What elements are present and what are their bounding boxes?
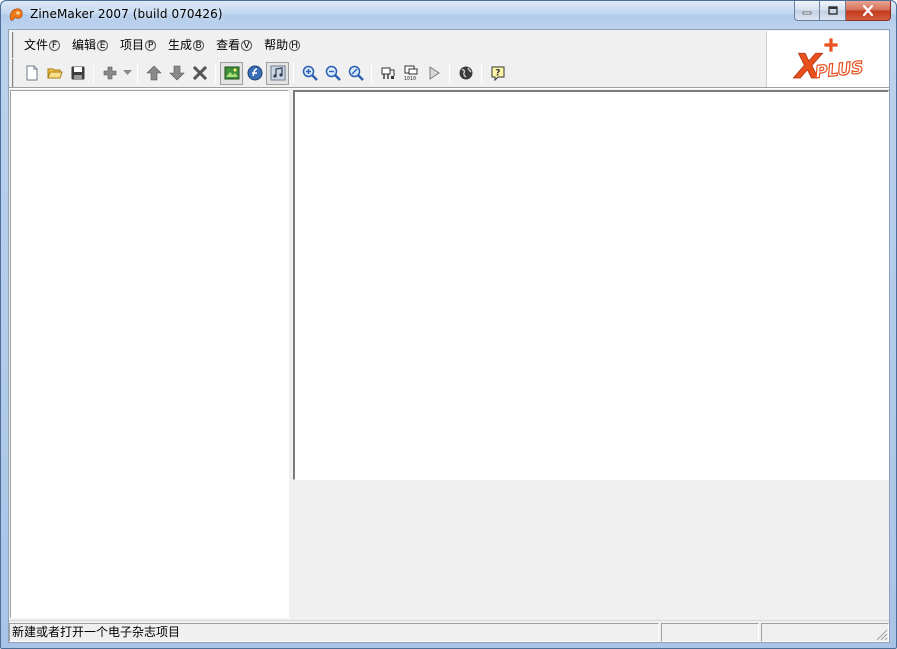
- resize-grip-icon[interactable]: [874, 627, 888, 641]
- new-button[interactable]: [20, 62, 43, 85]
- open-button[interactable]: [43, 62, 66, 85]
- menu-view-accel: V: [241, 40, 253, 51]
- svg-text:?: ?: [495, 69, 500, 79]
- zoom-reset-icon: [348, 65, 364, 81]
- toolbar: 1010 ?: [12, 59, 766, 87]
- toolbar-divider: [9, 87, 889, 89]
- zoom-out-button[interactable]: [321, 62, 344, 85]
- music-icon: [270, 65, 285, 81]
- menu-view-label: 查看: [216, 38, 241, 52]
- menu-build-accel: B: [193, 40, 205, 51]
- add-icon: [103, 66, 116, 80]
- close-icon: [862, 5, 874, 16]
- status-pane-3: [761, 623, 889, 642]
- menu-project-label: 项目: [120, 38, 145, 52]
- flash-mode-button[interactable]: [243, 62, 266, 85]
- status-bar: 新建或者打开一个电子杂志项目: [9, 620, 889, 642]
- play-icon: [429, 66, 440, 80]
- window-title: ZineMaker 2007 (build 070426): [30, 7, 223, 21]
- menu-bar: 文件 F 编辑 E 项目 P 生成 B 查看 V 帮助 H: [12, 32, 766, 58]
- music-mode-button[interactable]: [266, 61, 289, 85]
- minimize-icon: [802, 11, 812, 14]
- zoom-in-icon: [302, 65, 318, 81]
- move-up-icon: [145, 65, 162, 81]
- preview-panel[interactable]: [293, 90, 889, 480]
- status-pane-2: [661, 623, 759, 642]
- compile-icon: 1010: [404, 65, 417, 81]
- save-button[interactable]: [66, 62, 89, 85]
- menu-file-accel: F: [49, 40, 61, 51]
- dropdown-arrow-icon: [122, 70, 132, 75]
- title-bar[interactable]: ZineMaker 2007 (build 070426): [1, 1, 896, 29]
- save-icon: [71, 66, 84, 80]
- image-mode-button[interactable]: [220, 61, 243, 85]
- build-button[interactable]: [376, 62, 399, 85]
- menu-help-accel: H: [289, 40, 301, 51]
- toolbar-separator: [215, 63, 216, 83]
- menu-view[interactable]: 查看 V: [210, 35, 258, 55]
- app-icon: [9, 8, 23, 21]
- delete-icon: [192, 65, 207, 81]
- zoom-reset-button[interactable]: [344, 62, 367, 85]
- web-button[interactable]: [454, 62, 477, 85]
- client-area: 文件 F 编辑 E 项目 P 生成 B 查看 V 帮助 H 1010 ? X P…: [8, 29, 890, 643]
- new-document-icon: [26, 65, 37, 81]
- open-folder-icon: [46, 68, 63, 79]
- web-icon: [459, 66, 472, 80]
- flash-icon: [247, 65, 262, 81]
- play-button[interactable]: [422, 62, 445, 85]
- svg-text:1010: 1010: [404, 76, 416, 81]
- toolbar-separator: [371, 63, 372, 83]
- application-window: ZineMaker 2007 (build 070426) 文件 F 编辑 E 项目…: [0, 0, 897, 649]
- brand-logo-area: X PLUS: [766, 31, 889, 87]
- menu-build-label: 生成: [168, 38, 193, 52]
- menu-edit-label: 编辑: [72, 38, 97, 52]
- menu-help-label: 帮助: [264, 38, 289, 52]
- project-tree-panel[interactable]: [10, 90, 289, 618]
- status-message: 新建或者打开一个电子杂志项目: [9, 623, 659, 642]
- help-icon: ?: [491, 66, 504, 81]
- menu-build[interactable]: 生成 B: [162, 35, 210, 55]
- menu-help[interactable]: 帮助 H: [258, 35, 306, 55]
- move-down-icon: [168, 65, 185, 81]
- properties-panel: [293, 481, 889, 618]
- maximize-icon: [827, 5, 838, 15]
- zoom-out-icon: [325, 65, 341, 81]
- toolbar-separator: [137, 63, 138, 83]
- svg-text:PLUS: PLUS: [814, 58, 863, 83]
- move-up-button[interactable]: [142, 62, 165, 85]
- menu-project[interactable]: 项目 P: [114, 35, 162, 55]
- help-button[interactable]: ?: [486, 62, 509, 85]
- xplus-logo-icon: X PLUS: [793, 37, 863, 84]
- add-dropdown-button[interactable]: [121, 62, 133, 85]
- toolbar-separator: [93, 63, 94, 83]
- maximize-button[interactable]: [820, 1, 846, 21]
- toolbar-separator: [293, 63, 294, 83]
- window-controls: [794, 1, 891, 21]
- minimize-button[interactable]: [794, 1, 820, 21]
- compile-button[interactable]: 1010: [399, 62, 422, 85]
- menu-edit[interactable]: 编辑 E: [66, 35, 114, 55]
- build-icon: [381, 67, 394, 79]
- move-down-button[interactable]: [165, 62, 188, 85]
- toolbar-separator: [481, 63, 482, 83]
- image-icon: [224, 66, 239, 80]
- toolbar-separator: [449, 63, 450, 83]
- menu-file-label: 文件: [24, 38, 49, 52]
- zoom-in-button[interactable]: [298, 62, 321, 85]
- close-button[interactable]: [846, 1, 891, 21]
- delete-button[interactable]: [188, 62, 211, 85]
- menu-project-accel: P: [145, 40, 157, 51]
- menu-edit-accel: E: [97, 40, 109, 51]
- menu-file[interactable]: 文件 F: [18, 35, 66, 55]
- add-button[interactable]: [98, 62, 121, 85]
